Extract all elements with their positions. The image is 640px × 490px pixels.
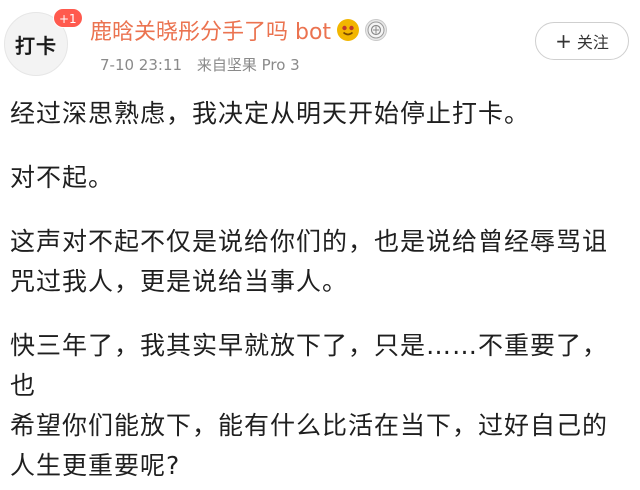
post-content: 经过深思熟虑，我决定从明天开始停止打卡。 对不起。 这声对不起不仅是说给你们的，…: [10, 94, 630, 490]
plus-icon: +: [555, 29, 572, 53]
post-meta: 7-10 23:11 来自坚果 Pro 3: [100, 54, 300, 75]
medal-badge-icon[interactable]: [365, 19, 388, 41]
post-paragraph: 这声对不起不仅是说给你们的，也是说给曾经辱骂诅 咒过我人，更是说给当事人。: [10, 227, 609, 296]
notification-badge: +1: [53, 8, 83, 28]
post-source: 来自坚果 Pro 3: [196, 56, 300, 74]
follow-label: 关注: [576, 33, 609, 52]
user-line: 鹿晗关晓彤分手了吗 bot: [90, 14, 388, 46]
username-link[interactable]: 鹿晗关晓彤分手了吗 bot: [90, 14, 331, 46]
follow-button[interactable]: + 关注: [535, 22, 629, 60]
smiley-badge-icon[interactable]: [337, 19, 360, 41]
timestamp[interactable]: 7-10 23:11: [100, 56, 182, 74]
post-paragraph: 快三年了，我其实早就放下了，只是……不重要了，也 希望你们能放下，能有什么比活在…: [10, 331, 609, 480]
weibo-post: 打卡 +1 鹿晗关晓彤分手了吗 bot 7-10 23:11 来自坚果 Pro …: [0, 0, 640, 490]
post-paragraph: 对不起。: [10, 163, 115, 192]
avatar-text: 打卡: [15, 33, 57, 58]
post-paragraph: 经过深思熟虑，我决定从明天开始停止打卡。: [10, 99, 531, 128]
